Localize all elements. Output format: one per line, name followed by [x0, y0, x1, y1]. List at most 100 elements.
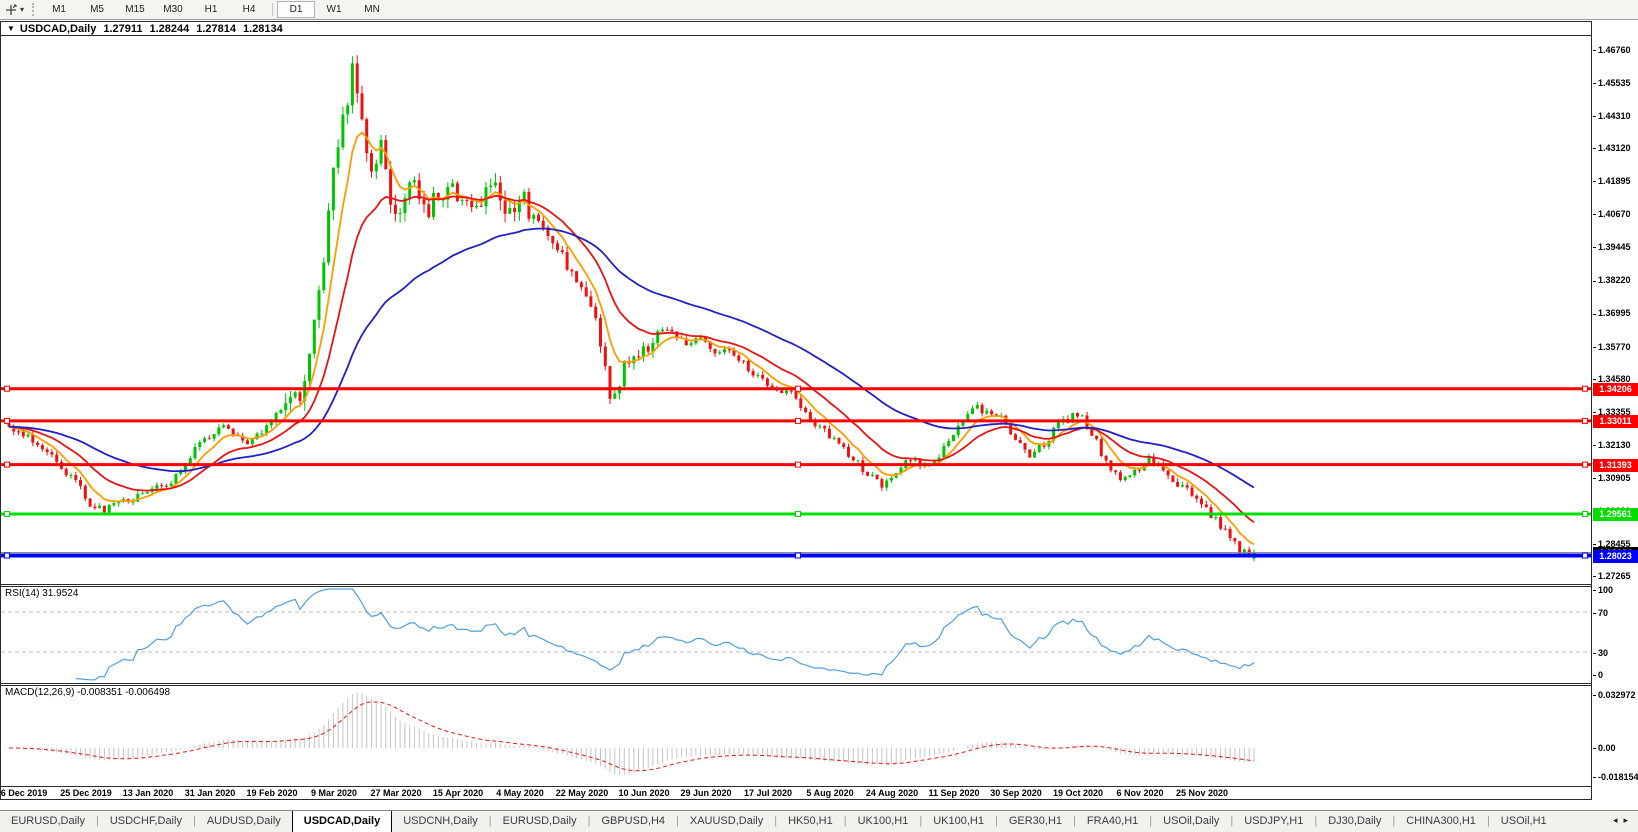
price-tick: 1.35770 — [1593, 342, 1631, 352]
chart-tab-usdcnh-daily[interactable]: USDCNH,Daily — [392, 811, 489, 832]
ohlc-close: 1.28134 — [243, 22, 283, 35]
moving-average-7 — [8, 131, 1255, 546]
date-tick: 22 May 2020 — [555, 788, 609, 798]
timeframe-button-m30[interactable]: M30 — [154, 1, 192, 18]
rsi-indicator-panel[interactable] — [1, 587, 1591, 683]
line-handle[interactable] — [4, 511, 10, 517]
chart-tab-usdchf-daily[interactable]: USDCHF,Daily — [99, 811, 193, 832]
line-handle[interactable] — [1582, 552, 1588, 559]
chart-tab-china300-h1[interactable]: CHINA300,H1 — [1395, 811, 1487, 832]
macd-indicator-panel[interactable] — [1, 686, 1591, 786]
line-handle[interactable] — [1582, 417, 1588, 424]
date-tick: 5 Aug 2020 — [806, 788, 854, 798]
date-tick: 6 Nov 2020 — [1116, 788, 1164, 798]
chart-window: ▼ USDCAD,Daily 1.27911 1.28244 1.27814 1… — [0, 21, 1592, 800]
price-scale[interactable]: 1.46760 1.45535 1.44310 1.43120 1.41895 1.406… — [1593, 21, 1638, 800]
price-tick: 1.43120 — [1593, 143, 1631, 153]
panel-separator — [1, 786, 1591, 787]
chart-tab-bar: EURUSD,Daily | USDCHF,Daily | AUDUSD,Daily US… — [0, 810, 1638, 832]
date-tick: 30 Sep 2020 — [990, 788, 1042, 798]
ohlc-low: 1.27814 — [196, 22, 237, 35]
chart-tab-hk50-h1[interactable]: HK50,H1 — [777, 811, 844, 832]
chart-tab-xauusd-daily[interactable]: XAUUSD,Daily — [679, 811, 774, 832]
line-handle[interactable] — [4, 385, 10, 392]
timeframe-button-mn[interactable]: MN — [353, 1, 391, 18]
timeframe-button-w1[interactable]: W1 — [315, 1, 353, 18]
main-price-chart[interactable] — [1, 35, 1591, 584]
moving-average-18 — [8, 194, 1255, 524]
date-tick: 6 Dec 2019 — [0, 788, 48, 798]
ohlc-open: 1.27911 — [103, 22, 143, 35]
line-handle[interactable] — [795, 552, 801, 559]
hline-price-box: 1.33011 — [1593, 414, 1638, 428]
chart-tab-eurusd-daily[interactable]: EURUSD,Daily — [0, 811, 96, 832]
line-handle[interactable] — [1582, 385, 1588, 392]
macd-histogram — [13, 692, 1255, 776]
toolbar-grip[interactable] — [32, 3, 35, 16]
macd-axis-label: -0.018154 — [1593, 772, 1638, 782]
chart-tab-usoil-daily[interactable]: USOil,Daily — [1152, 811, 1230, 832]
chart-tab-eurusd-daily[interactable]: EURUSD,Daily — [492, 811, 588, 832]
date-tick: 19 Feb 2020 — [246, 788, 298, 798]
line-handle[interactable] — [795, 385, 801, 392]
chart-tab-usdcad-daily[interactable]: USDCAD,Daily — [291, 811, 393, 832]
price-tick: 1.38220 — [1593, 275, 1631, 285]
tab-scroll-arrows: ◂▸ — [1613, 815, 1634, 826]
tab-scroll-left-icon[interactable]: ◂ — [1613, 815, 1624, 825]
line-handle[interactable] — [795, 417, 801, 424]
chart-tab-fra40-h1[interactable]: FRA40,H1 — [1076, 811, 1149, 832]
price-tick: 1.39445 — [1593, 242, 1631, 252]
rsi-axis-label: 70 — [1593, 608, 1608, 618]
chart-tab-usoil-h1[interactable]: USOil,H1 — [1490, 811, 1558, 832]
trading-terminal: ▾ M1 M5 M15 M30 H1 H4 D1 W1 MN ▼ USDCAD,Daily 1.… — [0, 0, 1638, 832]
price-tick: 1.40670 — [1593, 209, 1631, 219]
line-handle[interactable] — [795, 461, 801, 468]
chart-tab-audusd-daily[interactable]: AUDUSD,Daily — [196, 811, 292, 832]
hline-price-box: 1.31393 — [1593, 458, 1638, 472]
date-tick: 4 May 2020 — [496, 788, 544, 798]
timeframe-toolbar: ▾ M1 M5 M15 M30 H1 H4 D1 W1 MN — [0, 0, 1638, 20]
line-handle[interactable] — [4, 552, 10, 559]
tab-scroll-right-icon[interactable]: ▸ — [1623, 815, 1634, 825]
chart-tool-button[interactable]: ▾ — [0, 1, 28, 18]
chart-tab-usdjpy-h1[interactable]: USDJPY,H1 — [1233, 811, 1314, 832]
date-tick: 24 Aug 2020 — [865, 788, 919, 798]
rsi-line — [75, 588, 1255, 681]
timeframe-button-h4[interactable]: H4 — [230, 1, 268, 18]
chart-tab-dj30-daily[interactable]: DJ30,Daily — [1317, 811, 1392, 832]
macd-axis-label: 0.032972 — [1593, 690, 1636, 700]
timeframe-button-h1[interactable]: H1 — [192, 1, 230, 18]
line-handle[interactable] — [1582, 511, 1588, 517]
timeframe-button-d1[interactable]: D1 — [277, 1, 316, 18]
date-tick: 17 Jul 2020 — [743, 788, 793, 798]
chart-tab-uk100-h1[interactable]: UK100,H1 — [922, 811, 995, 832]
timeframe-button-m1[interactable]: M1 — [40, 1, 78, 18]
line-handle[interactable] — [1582, 461, 1588, 468]
timeframe-button-m15[interactable]: M15 — [116, 1, 154, 18]
timeframe-button-m5[interactable]: M5 — [78, 1, 116, 18]
price-tick: 1.45535 — [1593, 78, 1631, 88]
hline-price-box: 1.34206 — [1593, 382, 1638, 396]
price-tick: 1.27265 — [1593, 571, 1631, 581]
chart-tab-ger30-h1[interactable]: GER30,H1 — [998, 811, 1073, 832]
line-handle[interactable] — [4, 417, 10, 424]
chart-tab-uk100-h1[interactable]: UK100,H1 — [847, 811, 920, 832]
chevron-down-icon[interactable]: ▾ — [20, 5, 24, 14]
price-tick: 1.41895 — [1593, 176, 1631, 186]
price-tick: 1.46760 — [1593, 45, 1631, 55]
line-handle[interactable] — [4, 461, 10, 468]
date-tick: 10 Jun 2020 — [618, 788, 670, 798]
price-tick: 1.30905 — [1593, 473, 1631, 483]
date-tick: 31 Jan 2020 — [184, 788, 236, 798]
rsi-axis-label: 30 — [1593, 648, 1608, 658]
chart-tab-gbpusd-h4[interactable]: GBPUSD,H4 — [590, 811, 676, 832]
collapse-triangle-icon[interactable]: ▼ — [7, 24, 15, 33]
date-tick: 15 Apr 2020 — [432, 788, 484, 798]
date-tick: 19 Oct 2020 — [1052, 788, 1104, 798]
line-handle[interactable] — [795, 511, 801, 517]
price-tick: 1.32130 — [1593, 440, 1631, 450]
date-tick: 29 Jun 2020 — [680, 788, 732, 798]
price-tick: 1.44310 — [1593, 111, 1631, 121]
date-tick: 11 Sep 2020 — [928, 788, 980, 798]
price-tick: 1.36995 — [1593, 308, 1631, 318]
